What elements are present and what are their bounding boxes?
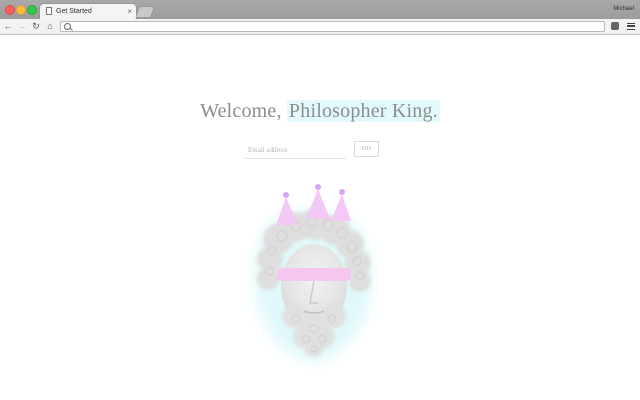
- search-icon: [64, 23, 71, 30]
- tab-strip: Get Started × Michael: [0, 0, 640, 19]
- home-icon[interactable]: ⌂: [45, 21, 55, 32]
- extension-icon[interactable]: [611, 22, 619, 30]
- browser-toolbar: ← → ↻ ⌂: [0, 19, 640, 35]
- new-tab-button[interactable]: [136, 7, 154, 17]
- welcome-prefix: Welcome,: [200, 100, 282, 122]
- browser-window: Get Started × Michael ← → ↻ ⌂ Welcome, P…: [0, 0, 640, 400]
- tab-get-started[interactable]: Get Started ×: [40, 4, 136, 19]
- back-arrow-icon[interactable]: ←: [3, 21, 13, 32]
- window-close-button[interactable]: [5, 5, 15, 15]
- tab-close-icon[interactable]: ×: [127, 6, 132, 17]
- go-button[interactable]: GO: [354, 141, 379, 157]
- tab-title: Get Started: [56, 8, 92, 15]
- reload-icon[interactable]: ↻: [31, 21, 41, 32]
- hamburger-menu-icon[interactable]: [627, 23, 635, 30]
- philosopher-bust-image: [230, 181, 390, 371]
- page-icon: [46, 7, 52, 15]
- forward-arrow-icon[interactable]: →: [17, 21, 27, 32]
- profile-name[interactable]: Michael: [613, 5, 634, 14]
- email-field[interactable]: [245, 142, 346, 159]
- welcome-heading: Welcome, Philosopher King.: [0, 100, 640, 123]
- address-bar[interactable]: [60, 21, 605, 32]
- window-zoom-button[interactable]: [27, 5, 37, 15]
- bust-illustration: [253, 184, 373, 363]
- window-minimize-button[interactable]: [16, 5, 26, 15]
- welcome-name: Philosopher King.: [286, 100, 440, 122]
- page-content: Welcome, Philosopher King. GO: [0, 35, 640, 400]
